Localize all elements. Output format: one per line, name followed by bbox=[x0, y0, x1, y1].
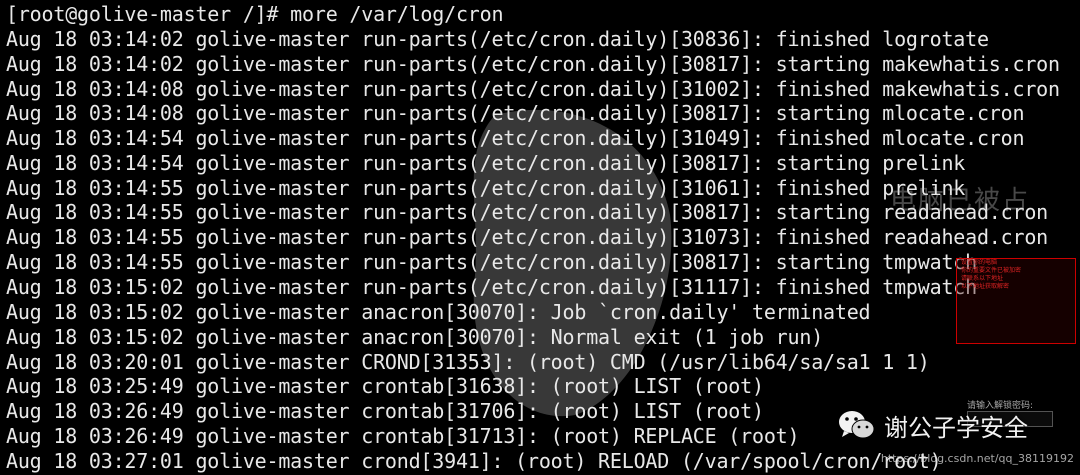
terminal-line: Aug 18 03:26:49 golive-master crontab[31… bbox=[6, 399, 764, 423]
terminal-line: Aug 18 03:14:55 golive-master run-parts(… bbox=[6, 250, 977, 274]
terminal-window[interactable]: [root@golive-master /]# more /var/log/cr… bbox=[0, 0, 1080, 475]
warning-line: 设置你的电脑 bbox=[961, 259, 998, 266]
terminal-line: Aug 18 03:14:02 golive-master run-parts(… bbox=[6, 27, 989, 51]
terminal-line: Aug 18 03:14:08 golive-master run-parts(… bbox=[6, 77, 1060, 101]
terminal-line: Aug 18 03:14:08 golive-master run-parts(… bbox=[6, 101, 1025, 125]
terminal-line: Aug 18 03:14:54 golive-master run-parts(… bbox=[6, 151, 966, 175]
terminal-line: Aug 18 03:26:49 golive-master crontab[31… bbox=[6, 424, 800, 448]
terminal-line: Aug 18 03:20:01 golive-master CROND[3135… bbox=[6, 350, 930, 374]
warning-line: 以下地址获取解密 bbox=[961, 283, 1010, 290]
csdn-watermark: https://blog.csdn.net/qq_38119192 bbox=[880, 452, 1074, 465]
ransom-warning-box: 设置你的电脑 你的重要文件已被加密 请联系以下地址 以下地址获取解密 bbox=[956, 258, 1076, 344]
terminal-line: Aug 18 03:15:02 golive-master run-parts(… bbox=[6, 275, 977, 299]
terminal-line: Aug 18 03:25:49 golive-master crontab[31… bbox=[6, 374, 764, 398]
terminal-line: Aug 18 03:27:01 golive-master crond[3941… bbox=[6, 449, 942, 473]
terminal-line: Aug 18 03:14:54 golive-master run-parts(… bbox=[6, 126, 1025, 150]
terminal-line: [root@golive-master /]# more /var/log/cr… bbox=[6, 2, 504, 26]
warning-line: 请联系以下地址 bbox=[961, 275, 1004, 282]
terminal-line: Aug 18 03:15:02 golive-master anacron[30… bbox=[6, 325, 824, 349]
brand-watermark: 谢公子学安全 bbox=[838, 405, 1028, 445]
brand-text: 谢公子学安全 bbox=[884, 413, 1028, 442]
terminal-line: Aug 18 03:14:55 golive-master run-parts(… bbox=[6, 176, 966, 200]
watermark-overlay-text: 电脑已被占 bbox=[890, 186, 1031, 216]
wechat-icon bbox=[839, 411, 875, 439]
terminal-line: Aug 18 03:15:02 golive-master anacron[30… bbox=[6, 300, 871, 324]
warning-line: 你的重要文件已被加密 bbox=[961, 267, 1022, 274]
terminal-line: Aug 18 03:14:55 golive-master run-parts(… bbox=[6, 225, 1049, 249]
terminal-line: Aug 18 03:14:02 golive-master run-parts(… bbox=[6, 52, 1060, 76]
